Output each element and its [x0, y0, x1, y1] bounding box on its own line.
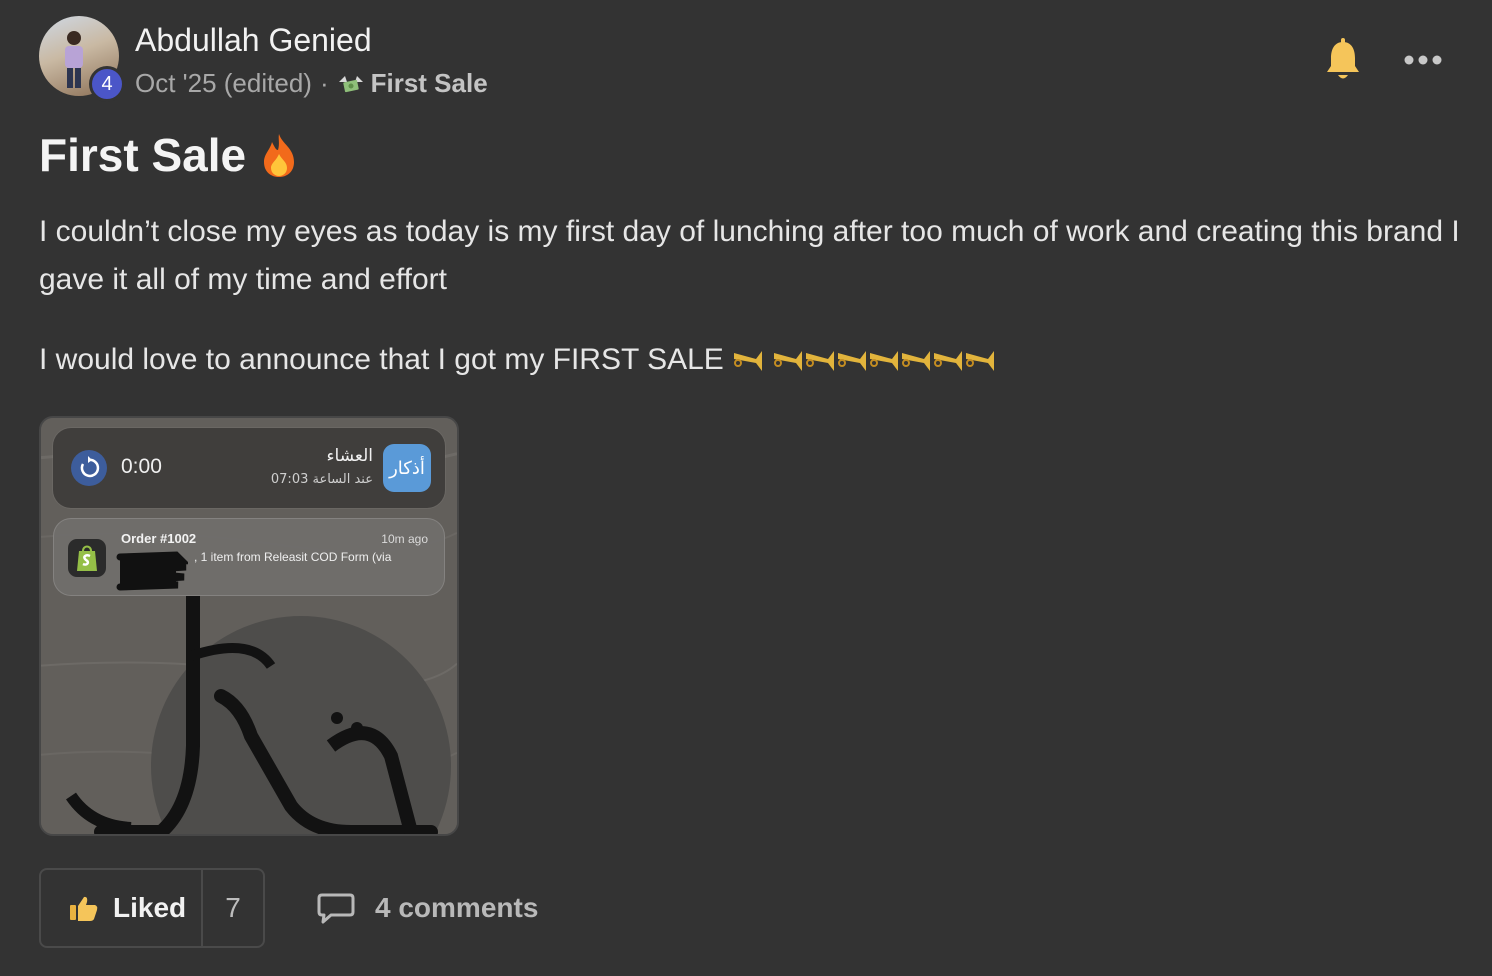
- post-actions: Liked 7 4 comments: [39, 868, 639, 948]
- level-badge: 4: [89, 66, 125, 102]
- money-with-wings-icon: [338, 75, 363, 92]
- azkar-app-icon: أذكار: [383, 444, 431, 492]
- like-main[interactable]: Liked: [41, 870, 203, 946]
- comments-label: 4 comments: [375, 892, 539, 923]
- comments-button[interactable]: 4 comments: [317, 868, 538, 948]
- author-name[interactable]: Abdullah Genied: [135, 22, 372, 59]
- like-label: Liked: [113, 892, 187, 923]
- thumbs-up-icon: [70, 896, 98, 921]
- postal-horn-icon: [933, 351, 962, 371]
- post-title-text: First Sale: [39, 129, 247, 181]
- more-options-icon[interactable]: [1403, 46, 1443, 74]
- like-button[interactable]: Liked 7: [39, 868, 265, 948]
- meta-separator: ·: [319, 68, 329, 98]
- prayer-name: العشاء: [326, 446, 373, 466]
- prayer-notification[interactable]: 0:00 العشاء عند الساعة 07:03 أذكار: [53, 428, 445, 508]
- post-body-paragraph: I couldn’t close my eyes as today is my …: [39, 215, 1460, 296]
- calligraphy-artwork: [66, 596, 451, 834]
- post-meta: Oct '25 (edited) · First Sale: [135, 68, 488, 99]
- postal-horn-icon: [773, 351, 802, 371]
- megaphone-emojis: [732, 347, 996, 373]
- category-label: First Sale: [370, 68, 488, 98]
- post-announcement: I would love to announce that I got my F…: [39, 336, 996, 384]
- post-header: 4 Abdullah Genied Oct '25 (edited) · Fir…: [39, 16, 1459, 106]
- like-count[interactable]: 7: [203, 892, 263, 924]
- fire-icon: [264, 134, 295, 177]
- order-notification[interactable]: Order #1002 10m ago , 1 item from Releas…: [53, 518, 445, 596]
- category-link[interactable]: First Sale: [337, 68, 488, 99]
- postal-horn-icon: [965, 351, 994, 371]
- postal-horn-icon: [901, 351, 930, 371]
- shopify-icon: [68, 539, 106, 577]
- timer-reset-icon: [71, 450, 107, 486]
- postal-horn-icon: [869, 351, 898, 371]
- post-title: First Sale: [39, 128, 298, 182]
- order-time: 10m ago: [381, 532, 428, 546]
- avatar-person-icon: [65, 31, 83, 88]
- timer-text: 0:00: [121, 455, 162, 478]
- redaction-scribble: [116, 551, 188, 591]
- bell-icon[interactable]: [1325, 38, 1361, 82]
- postal-horn-icon: [805, 351, 834, 371]
- post-image[interactable]: 0:00 العشاء عند الساعة 07:03 أذكار Order…: [39, 416, 459, 836]
- postal-horn-icon: [837, 351, 866, 371]
- announcement-text: I would love to announce that I got my F…: [39, 343, 724, 376]
- prayer-time: عند الساعة 07:03: [270, 472, 373, 487]
- comment-icon: [317, 893, 355, 924]
- order-body: , 1 item from Releasit COD Form (via: [194, 550, 392, 564]
- post-date: Oct '25 (edited): [135, 68, 312, 98]
- postal-horn-icon: [733, 351, 762, 371]
- order-title: Order #1002: [121, 531, 197, 546]
